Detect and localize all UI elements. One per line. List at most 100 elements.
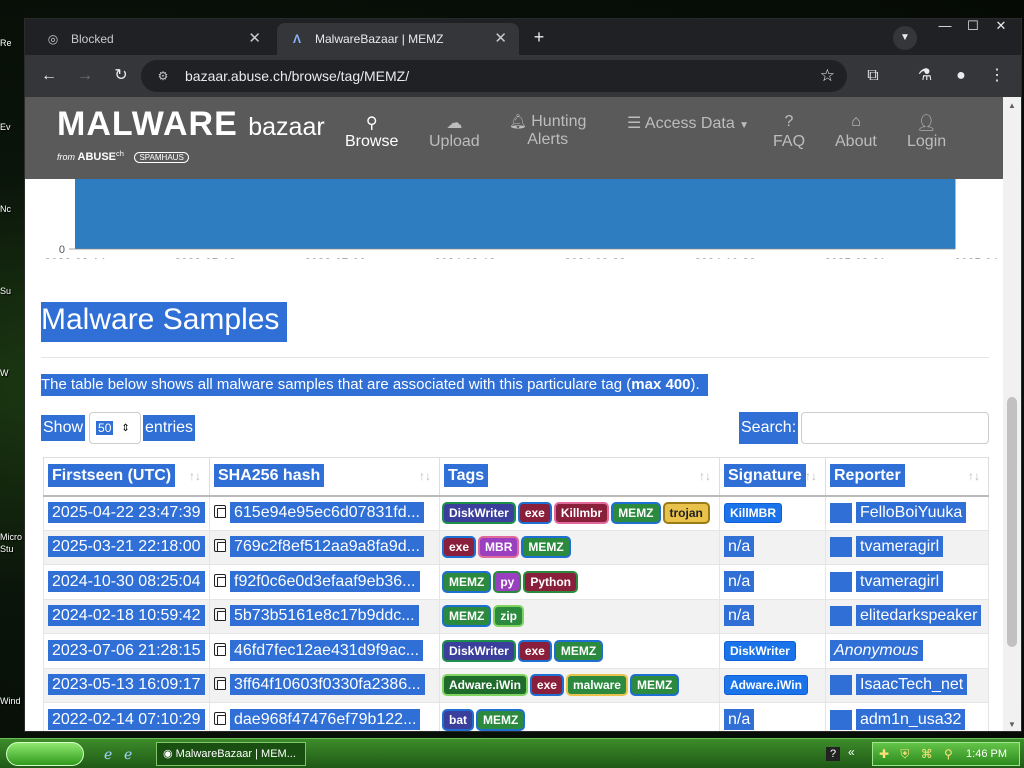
- nav-login[interactable]: 👤︎ Login: [907, 113, 946, 151]
- tag-badge[interactable]: MEMZ: [631, 676, 678, 695]
- new-tab-icon[interactable]: +: [529, 27, 549, 47]
- table-row[interactable]: 2022-02-14 07:10:29 dae968f47476ef79b122.…: [43, 702, 989, 731]
- copy-icon[interactable]: [214, 642, 226, 656]
- table-row[interactable]: 2023-05-13 16:09:17 3ff64f10603f0330fa238…: [43, 667, 989, 703]
- signature-badge[interactable]: KillMBR: [724, 503, 782, 523]
- nav-about[interactable]: ⌂ About: [835, 113, 877, 151]
- nav-upload[interactable]: ☁ Upload: [429, 113, 480, 151]
- table-row[interactable]: 2024-10-30 08:25:04 f92f0c6e0d3efaaf9eb36…: [43, 564, 989, 600]
- col-reporter[interactable]: Reporter ↑↓: [825, 457, 989, 497]
- taskbar-window-button[interactable]: ◉ MalwareBazaar | MEM...: [156, 742, 306, 766]
- close-icon[interactable]: ✕: [248, 29, 261, 47]
- sha256-link[interactable]: f92f0c6e0d3efaaf9eb36...: [230, 570, 420, 592]
- explorer-icon[interactable]: ℯ: [124, 746, 132, 763]
- extensions-icon[interactable]: ⧉: [861, 64, 885, 88]
- tag-badge[interactable]: exe: [444, 538, 475, 557]
- reporter-link[interactable]: IsaacTech_net: [856, 674, 968, 696]
- copy-icon[interactable]: [214, 677, 226, 691]
- copy-icon[interactable]: [214, 539, 226, 553]
- sha256-link[interactable]: 5b73b5161e8c17b9ddc...: [230, 605, 419, 627]
- tag-badge[interactable]: exe: [519, 503, 550, 522]
- nav-faq[interactable]: ? FAQ: [773, 113, 805, 151]
- sha256-link[interactable]: 46fd7fec12ae431d9f9ac...: [230, 639, 424, 661]
- tag-badge[interactable]: MEMZ: [444, 607, 490, 626]
- scroll-thumb[interactable]: [1007, 397, 1017, 647]
- col-sha256[interactable]: SHA256 hash ↑↓: [209, 457, 440, 497]
- desktop-icon-label[interactable]: Su: [0, 286, 26, 296]
- reporter-link[interactable]: elitedarkspeaker: [856, 605, 982, 627]
- back-arrow-icon[interactable]: ←: [37, 64, 61, 88]
- tag-badge[interactable]: Adware.iWin: [444, 676, 526, 695]
- reporter-link[interactable]: FelloBoiYuuka: [856, 502, 967, 524]
- reporter-link[interactable]: tvameragirl: [856, 536, 944, 558]
- sha256-link[interactable]: dae968f47476ef79b122...: [230, 708, 421, 730]
- help-icon[interactable]: ?: [826, 747, 840, 761]
- sha256-link[interactable]: 769c2f8ef512aa9a8fa9d...: [230, 536, 424, 558]
- site-info-icon[interactable]: ⚙: [149, 69, 177, 83]
- signature-badge[interactable]: DiskWriter: [724, 640, 796, 661]
- table-row[interactable]: 2025-03-21 22:18:00 769c2f8ef512aa9a8fa9d…: [43, 529, 989, 565]
- tag-badge[interactable]: bat: [444, 710, 472, 729]
- search-input[interactable]: [801, 412, 989, 444]
- tag-badge[interactable]: MBR: [480, 538, 518, 557]
- reporter-link[interactable]: adm1n_usa32: [856, 708, 966, 730]
- table-row[interactable]: 2024-02-18 10:59:42 5b73b5161e8c17b9ddc..…: [43, 598, 989, 634]
- tag-badge[interactable]: MEMZ: [523, 538, 569, 557]
- address-bar[interactable]: ⚙ bazaar.abuse.ch/browse/tag/MEMZ/ ☆: [141, 60, 847, 92]
- col-tags[interactable]: Tags ↑↓: [439, 457, 720, 497]
- reload-icon[interactable]: ↻: [109, 64, 133, 88]
- page-scrollbar[interactable]: ▲ ▼: [1003, 97, 1021, 731]
- copy-icon[interactable]: [214, 711, 226, 725]
- tab-malwarebazaar[interactable]: Λ MalwareBazaar | MEMZ ✕: [277, 23, 519, 55]
- desktop-icon-label[interactable]: Wind: [0, 696, 26, 706]
- url-text[interactable]: bazaar.abuse.ch/browse/tag/MEMZ/: [185, 68, 409, 84]
- tag-badge[interactable]: DiskWriter: [444, 503, 514, 522]
- scroll-up-icon[interactable]: ▲: [1008, 101, 1016, 110]
- entries-select[interactable]: 50 ⇕: [89, 412, 142, 444]
- nav-browse[interactable]: ⚲ Browse: [345, 113, 398, 151]
- tag-badge[interactable]: zip: [495, 607, 522, 626]
- nav-access-data[interactable]: ☰ Access Data ▼: [627, 113, 749, 133]
- sha256-link[interactable]: 615e94e95ec6d07831fd...: [230, 502, 424, 523]
- chevron-down-icon[interactable]: ▼: [893, 26, 917, 50]
- desktop-icon-label[interactable]: Micro: [0, 532, 26, 542]
- col-firstseen[interactable]: Firstseen (UTC) ↑↓: [43, 457, 210, 497]
- tag-badge[interactable]: Killmbr: [555, 503, 608, 522]
- site-logo[interactable]: MALWARE bazaar: [57, 105, 325, 144]
- internet-explorer-icon[interactable]: ℯ: [104, 746, 112, 763]
- start-button[interactable]: [6, 742, 84, 766]
- desktop-icon-label[interactable]: W: [0, 368, 26, 378]
- tag-badge[interactable]: exe: [531, 676, 562, 695]
- clock[interactable]: 1:46 PM: [966, 748, 1007, 760]
- forward-arrow-icon[interactable]: →: [73, 64, 97, 88]
- tray-icons[interactable]: ✚ ⛨ ⌘ ⚲: [879, 747, 957, 762]
- copy-icon[interactable]: [214, 505, 226, 518]
- tag-badge[interactable]: MEMZ: [555, 641, 602, 660]
- signature-badge[interactable]: Adware.iWin: [724, 675, 808, 696]
- col-signature[interactable]: Signature ↑↓: [719, 457, 826, 497]
- tag-badge[interactable]: exe: [519, 641, 550, 660]
- tag-badge[interactable]: MEMZ: [613, 503, 659, 522]
- desktop-icon-label[interactable]: Re: [0, 38, 26, 48]
- menu-dots-icon[interactable]: ⋮: [985, 64, 1009, 88]
- tag-badge[interactable]: malware: [567, 676, 626, 695]
- desktop-icon-label[interactable]: Stu: [0, 544, 26, 554]
- close-icon[interactable]: ✕: [494, 29, 507, 47]
- tag-badge[interactable]: trojan: [664, 503, 708, 522]
- tag-badge[interactable]: MEMZ: [444, 572, 490, 591]
- reporter-link[interactable]: tvameragirl: [856, 570, 944, 592]
- desktop-icon-label[interactable]: Ev: [0, 122, 26, 132]
- tag-badge[interactable]: DiskWriter: [444, 641, 514, 660]
- star-icon[interactable]: ☆: [820, 66, 835, 86]
- copy-icon[interactable]: [214, 608, 226, 622]
- lab-flask-icon[interactable]: ⚗: [913, 64, 937, 88]
- copy-icon[interactable]: [214, 573, 226, 587]
- table-row[interactable]: 2023-07-06 21:28:15 46fd7fec12ae431d9f9ac…: [43, 633, 989, 669]
- tag-badge[interactable]: py: [495, 572, 520, 591]
- tag-badge[interactable]: Python: [525, 572, 577, 591]
- window-close-icon[interactable]: ✕: [985, 19, 1017, 33]
- profile-icon[interactable]: ●: [949, 64, 973, 88]
- sha256-link[interactable]: 3ff64f10603f0330fa2386...: [230, 674, 425, 696]
- nav-hunting-alerts[interactable]: 🔔︎ Hunting Alerts: [509, 113, 586, 149]
- tray-expand-icon[interactable]: «: [848, 745, 855, 759]
